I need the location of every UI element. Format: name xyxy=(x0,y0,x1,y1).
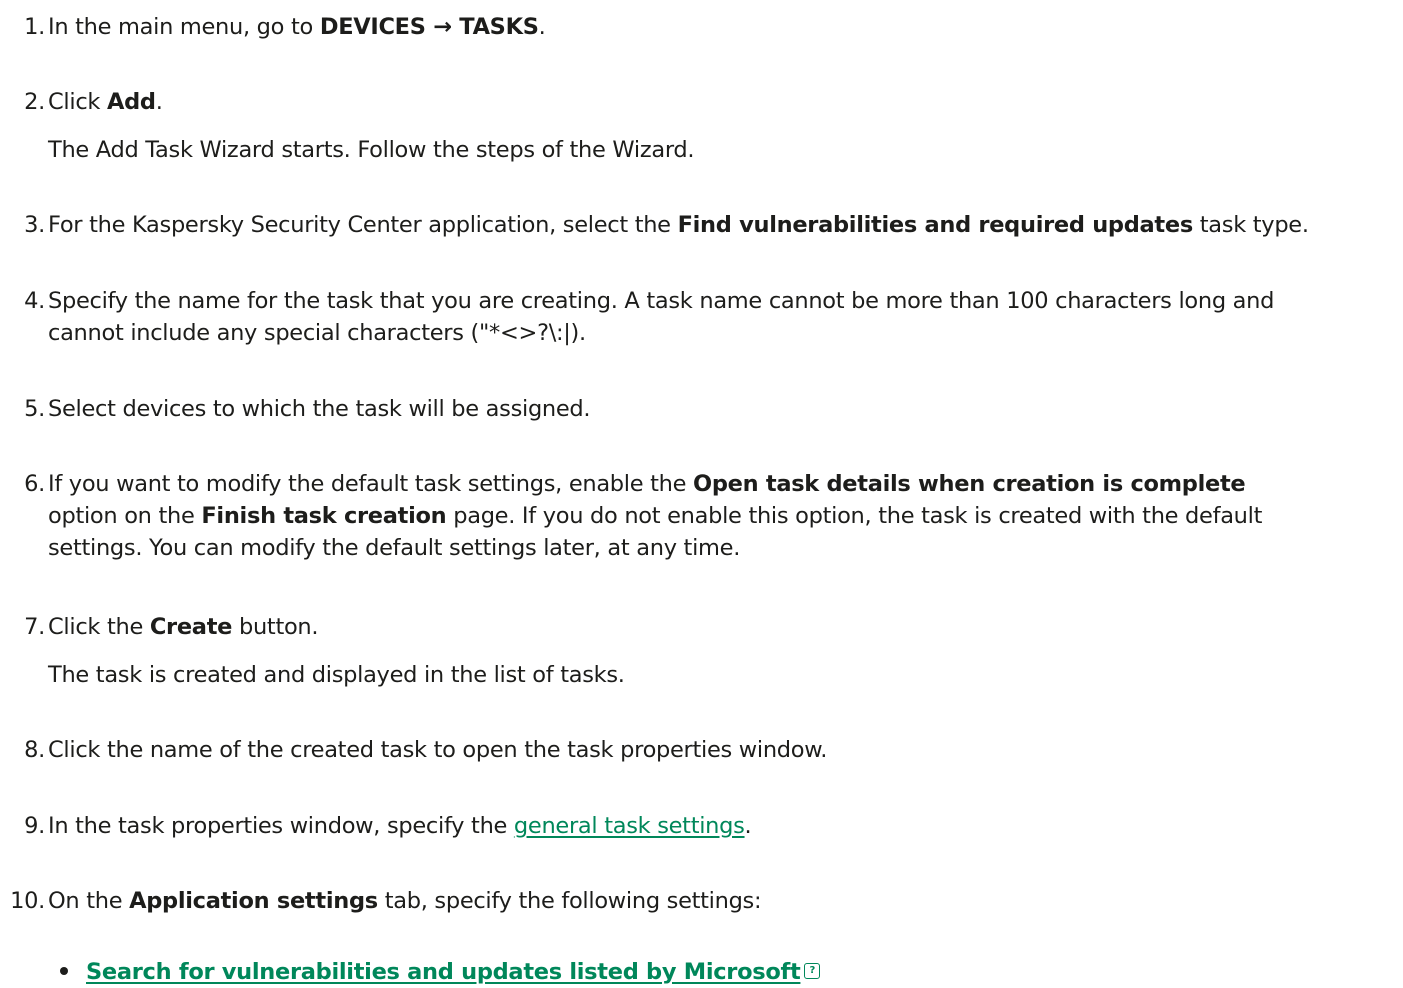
step-number: 3. xyxy=(24,212,45,238)
step-number: 10. xyxy=(10,888,45,914)
step-note: The task is created and displayed in the… xyxy=(48,662,625,688)
task-type-ref: Find vulnerabilities and required update… xyxy=(677,212,1194,238)
bullet-icon xyxy=(60,966,68,975)
menu-path: DEVICES → TASKS xyxy=(319,14,539,40)
step-number: 2. xyxy=(24,89,45,115)
help-icon[interactable]: ? xyxy=(804,962,821,979)
add-button-ref: Add xyxy=(106,89,156,115)
create-button-ref: Create xyxy=(149,614,233,640)
step-number: 9. xyxy=(24,813,45,839)
search-vulnerabilities-link[interactable]: Search for vulnerabilities and updates l… xyxy=(86,959,801,985)
step-note: The Add Task Wizard starts. Follow the s… xyxy=(48,137,695,163)
step-number: 7. xyxy=(24,614,45,640)
step-number: 1. xyxy=(24,14,45,40)
option-ref: Open task details when creation is compl… xyxy=(693,471,1246,497)
step-number: 4. xyxy=(24,288,45,314)
step-number: 8. xyxy=(24,737,45,763)
tab-ref: Application settings xyxy=(129,888,378,914)
step-number: 6. xyxy=(24,471,45,497)
general-task-settings-link[interactable]: general task settings xyxy=(514,813,745,839)
settings-list-item: Search for vulnerabilities and updates l… xyxy=(60,956,821,988)
page-ref: Finish task creation xyxy=(201,503,447,529)
step-number: 5. xyxy=(24,396,45,422)
